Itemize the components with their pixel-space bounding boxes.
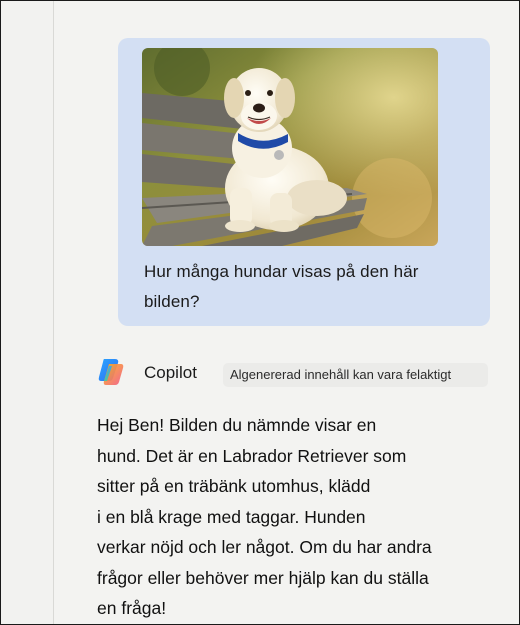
- ai-disclaimer-badge: Algenererad innehåll kan vara felaktigt: [223, 363, 488, 387]
- response-line: frågor eller behöver mer hjälp kan du st…: [97, 567, 429, 588]
- assistant-name: Copilot: [144, 363, 197, 382]
- copilot-chat-window: Hur många hundar visas på den här bilden…: [0, 0, 520, 625]
- user-message-text: Hur många hundar visas på den här bilden…: [144, 262, 419, 311]
- response-line: verkar nöjd och ler något. Om du har and…: [97, 537, 432, 557]
- response-line: i en blå krage med taggar. Hunden: [97, 506, 366, 527]
- response-line: en fråga!: [97, 598, 167, 618]
- dog-photo[interactable]: [142, 48, 438, 246]
- assistant-response: Hej Ben! Bilden du nämnde visar en hund.…: [97, 410, 497, 624]
- response-line: sitter på en träbänk utomhus, klädd: [97, 476, 371, 496]
- response-line: Hej Ben! Bilden du nämnde visar en: [97, 415, 377, 435]
- copilot-logo-icon: [98, 359, 124, 385]
- response-line: hund. Det är en Labrador Retriever som: [97, 445, 407, 466]
